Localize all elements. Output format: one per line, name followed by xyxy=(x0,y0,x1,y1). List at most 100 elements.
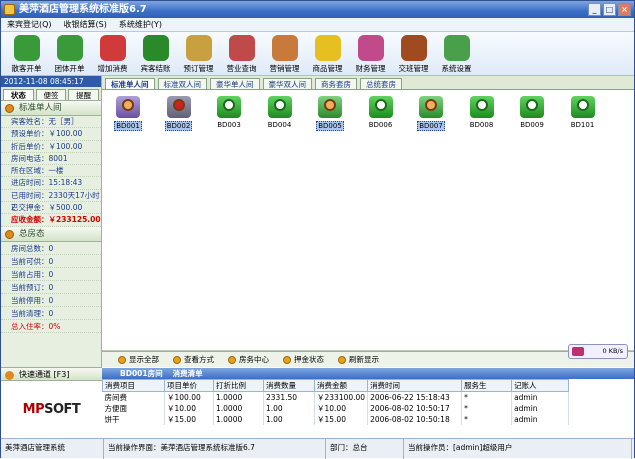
room-info-line: 折后单价：￥100.00 xyxy=(1,141,101,153)
action-label: 押金状态 xyxy=(294,354,324,364)
toolbar-label: 散客开单 xyxy=(11,64,42,73)
room-action-button[interactable]: 押金状态 xyxy=(283,352,324,367)
room-info-line: 所在区域：一楼 xyxy=(1,165,101,178)
table-row[interactable]: 房间费 ￥100.00 1.0000 2331.50 ￥233100.00 2006-06… xyxy=(102,391,570,403)
logo-part-b: SOFT xyxy=(44,402,81,417)
table-row[interactable]: 饼干 ￥15.00 1.0000 1.00 ￥15.00 2006-08-02 10:50… xyxy=(102,414,570,425)
table-cell: ￥15.00 xyxy=(164,414,214,425)
column-header[interactable]: 记账人 xyxy=(511,379,570,392)
net-speed-value: 0 KB/s xyxy=(602,347,624,355)
toolbar-button-10[interactable]: 系统设置 xyxy=(435,32,478,76)
room-tab[interactable]: 总统套房 xyxy=(360,78,402,89)
menu-guest-register[interactable]: 来宾登记(Q) xyxy=(7,18,52,31)
table-cell: admin xyxy=(511,414,570,425)
menu-system[interactable]: 系统维护(Y) xyxy=(119,18,162,31)
action-icon xyxy=(118,355,126,364)
close-button[interactable]: × xyxy=(618,3,631,16)
stats-header: 总房态 xyxy=(1,226,101,242)
net-icon xyxy=(572,347,584,356)
window-title: 美萍酒店管理系统标准版6.7 xyxy=(19,4,147,15)
column-header[interactable]: 消费数量 xyxy=(263,379,315,392)
room-grid: BD001 BD002 BD003 BD004 BD005 BD006 BD007 BD008… xyxy=(102,90,634,351)
room-tile[interactable]: BD101 xyxy=(563,96,603,136)
menu-cashier[interactable]: 收银结算(S) xyxy=(64,18,107,31)
table-cell: ￥10.00 xyxy=(314,403,369,414)
column-header[interactable]: 消费金额 xyxy=(313,379,369,392)
table-cell: ￥233100.00 xyxy=(314,391,369,403)
quick-channel-label: 快速通道 [F3] xyxy=(19,370,70,379)
room-info-line: 已交押金：￥500.00 xyxy=(1,202,101,215)
room-info-value: 折后单价：￥100.00 xyxy=(11,141,83,151)
toolbar-button-8[interactable]: 财务管理 xyxy=(349,32,392,76)
room-tile[interactable]: BD005 xyxy=(310,96,350,136)
toolbar-button-2[interactable]: 增加消费 xyxy=(91,32,134,76)
toolbar-button-7[interactable]: 商品管理 xyxy=(306,32,349,76)
table-cell: * xyxy=(461,391,513,403)
table-cell: 2331.50 xyxy=(263,391,315,403)
table-cell: * xyxy=(461,403,513,414)
room-icon xyxy=(267,96,292,118)
room-tab[interactable]: 标准单人间 xyxy=(105,78,155,89)
room-tile[interactable]: BD004 xyxy=(260,96,300,136)
column-header[interactable]: 项目单价 xyxy=(164,379,214,392)
action-icon xyxy=(173,355,181,364)
room-tile[interactable]: BD009 xyxy=(512,96,552,136)
toolbar-label: 预订管理 xyxy=(183,64,214,73)
tab-notes[interactable]: 便签 xyxy=(35,89,67,100)
clock-icon xyxy=(185,35,212,61)
room-number: BD007 xyxy=(417,121,445,131)
column-header[interactable]: 消费时间 xyxy=(367,379,463,392)
room-tile[interactable]: BD002 xyxy=(159,96,199,136)
toolbar-label: 营业查询 xyxy=(226,64,257,73)
room-tab[interactable]: 豪华单人间 xyxy=(210,78,260,89)
column-header[interactable]: 消费项目 xyxy=(102,379,165,392)
toolbar-label: 营销管理 xyxy=(269,64,300,73)
room-action-button[interactable]: 查看方式 xyxy=(173,352,214,367)
room-tile[interactable]: BD001 xyxy=(108,96,148,136)
room-tile[interactable]: BD006 xyxy=(361,96,401,136)
tab-reminder[interactable]: 提醒 xyxy=(68,89,100,100)
column-header[interactable]: 打折比例 xyxy=(213,379,264,392)
table-header-row: 消费项目 项目单价 打折比例 消费数量 消费金额 消费时间 服务生 记账人 xyxy=(102,379,570,392)
room-info-value: 房间电话：8001 xyxy=(11,153,68,163)
room-action-button[interactable]: 显示全部 xyxy=(118,352,159,367)
room-tile[interactable]: BD003 xyxy=(209,96,249,136)
toolbar-button-3[interactable]: 宾客结账 xyxy=(134,32,177,76)
table-cell: ￥15.00 xyxy=(314,414,369,425)
room-tab[interactable]: 标准双人间 xyxy=(157,78,207,89)
exit-icon xyxy=(400,35,427,61)
table-cell: 2006-08-02 10:50:18 xyxy=(367,414,463,425)
table-cell: ￥10.00 xyxy=(164,403,214,414)
table-cell: 1.00 xyxy=(263,414,315,425)
table-row[interactable]: 方便面 ￥10.00 1.0000 1.00 ￥10.00 2006-08-02 10:5… xyxy=(102,403,570,414)
room-tab[interactable]: 豪华双人间 xyxy=(262,78,312,89)
action-label: 显示全部 xyxy=(129,354,159,364)
status-bar: 美萍酒店管理系统 当前操作界面：美萍酒店管理系统标准版6.7 部门：总台 当前操… xyxy=(1,438,634,459)
room-action-button[interactable]: 房务中心 xyxy=(228,352,269,367)
finance-icon xyxy=(357,35,384,61)
toolbar-button-5[interactable]: 营业查询 xyxy=(220,32,263,76)
table-cell: ￥100.00 xyxy=(164,391,214,403)
room-tile[interactable]: BD008 xyxy=(462,96,502,136)
detail-header: BD001房间 消费清单 xyxy=(102,368,634,379)
room-tab[interactable]: 商务套房 xyxy=(315,78,357,89)
toolbar-button-4[interactable]: 预订管理 xyxy=(177,32,220,76)
consumption-table: 消费项目 项目单价 打折比例 消费数量 消费金额 消费时间 服务生 记账人 房间费 ￥100.00… xyxy=(102,379,570,425)
gear-icon xyxy=(443,35,470,61)
maximize-button[interactable]: □ xyxy=(603,3,616,16)
toolbar-button-1[interactable]: 团体开单 xyxy=(48,32,91,76)
column-header[interactable]: 服务生 xyxy=(461,379,513,392)
toolbar-button-0[interactable]: 散客开单 xyxy=(5,32,48,76)
room-action-button[interactable]: 刷新显示 xyxy=(338,352,379,367)
room-icon xyxy=(469,96,494,118)
action-label: 房务中心 xyxy=(239,354,269,364)
quick-channel[interactable]: 快速通道 [F3] xyxy=(1,367,102,381)
toolbar-button-9[interactable]: 交班管理 xyxy=(392,32,435,76)
minimize-button[interactable]: _ xyxy=(588,3,601,16)
tab-status[interactable]: 状态 xyxy=(3,89,34,100)
stat-line: 当前可供：0 xyxy=(1,255,101,268)
toolbar-button-6[interactable]: 营销管理 xyxy=(263,32,306,76)
toolbar: 散客开单 团体开单 增加消费 宾客结账 预订管理 营业查询 营销管理 商品管理 财务管理 交班管理… xyxy=(1,32,634,76)
consumption-detail: BD001房间 消费清单 消费项目 项目单价 打折比例 消费数量 消费金额 消费时间 服务生记… xyxy=(102,368,634,437)
room-tile[interactable]: BD007 xyxy=(411,96,451,136)
